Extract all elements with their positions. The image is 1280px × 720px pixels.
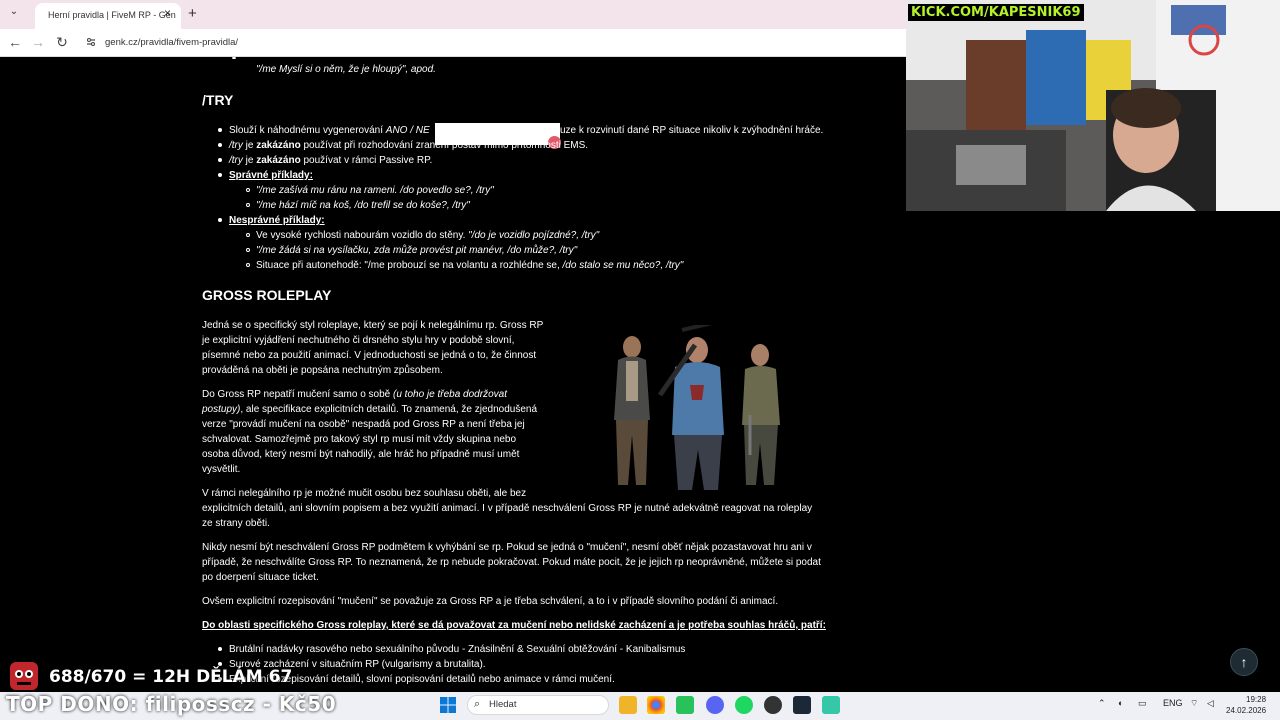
bullet bbox=[246, 188, 250, 192]
correct-example-1: "/me zašívá mu ránu na rameni. /do poved… bbox=[256, 185, 494, 196]
tray-app-icon[interactable]: ◐ bbox=[1118, 698, 1123, 708]
correct-example-2: "/me hází míč na koš, /do trefil se do k… bbox=[256, 200, 470, 211]
wrong-examples-label: Nesprávné příklady: bbox=[229, 215, 325, 226]
address-bar[interactable]: genk.cz/pravidla/fivem-pravidla/ bbox=[105, 37, 238, 48]
bullet bbox=[232, 57, 236, 59]
spotify-icon[interactable] bbox=[735, 696, 753, 714]
windows-start-icon[interactable] bbox=[440, 697, 456, 713]
gross-paragraph-4: Nikdy nesmí být neschválení Gross RP pod… bbox=[202, 542, 821, 583]
wrong-example-1: Ve vysoké rychlosti nabourám vozidlo do … bbox=[256, 230, 600, 241]
bullet bbox=[218, 662, 222, 666]
tab-list-button[interactable]: ⌄ bbox=[5, 6, 23, 22]
page-scrollbar[interactable] bbox=[1270, 230, 1280, 692]
top-donor-banner: TOP DONO: filiposscz - Kč50 bbox=[6, 692, 337, 716]
gross-heading: GROSS ROLEPLAY bbox=[202, 287, 332, 303]
site-settings-icon[interactable] bbox=[86, 37, 96, 47]
scroll-to-top-button[interactable]: ↑ bbox=[1230, 648, 1258, 676]
bullet bbox=[246, 248, 250, 252]
gross-paragraph-6: Do oblasti specifického Gross roleplay, … bbox=[202, 620, 826, 631]
volume-icon[interactable]: ◁ bbox=[1207, 698, 1214, 709]
previous-example: "/me Myslí si o něm, že je hloupý", apod… bbox=[256, 64, 436, 75]
app-icon[interactable] bbox=[676, 696, 694, 714]
wrong-example-2: "/me žádá si na vysílačku, zda může prov… bbox=[256, 245, 578, 256]
tab-close-icon[interactable]: × bbox=[164, 6, 171, 20]
obs-icon[interactable] bbox=[764, 696, 782, 714]
bullet bbox=[218, 218, 222, 222]
try-item-3: /try je zakázáno používat v rámci Passiv… bbox=[229, 155, 433, 166]
tab-bar: ⌄ Herní pravidla | FiveM RP - Gen × + bbox=[0, 0, 906, 29]
try-item-1-end: uze k rozvinutí dané RP situace nikoliv … bbox=[560, 125, 824, 136]
file-explorer-icon[interactable] bbox=[619, 696, 637, 714]
back-button[interactable]: ← bbox=[6, 34, 24, 50]
navigation-bar: ← → ↻ genk.cz/pravidla/fivem-pravidla/ bbox=[0, 29, 906, 57]
gross-paragraph-1: Jedná se o specifický styl roleplaye, kt… bbox=[202, 320, 544, 376]
bullet bbox=[218, 158, 222, 162]
network-icon[interactable]: ⌔ bbox=[1190, 698, 1198, 709]
wrong-example-3: Situace při autonehodě: "/me probouzí se… bbox=[256, 260, 684, 271]
bullet bbox=[246, 233, 250, 237]
webcam-video bbox=[906, 0, 1280, 211]
tray-app-icon[interactable]: ▭ bbox=[1138, 698, 1147, 709]
chrome-icon[interactable] bbox=[647, 696, 665, 714]
bullet bbox=[218, 143, 222, 147]
gross-paragraph-5: Ovšem explicitní rozepisování "mučení" s… bbox=[202, 596, 779, 607]
tray-overflow-icon[interactable]: ⌃ bbox=[1098, 698, 1106, 709]
app-icon[interactable] bbox=[822, 696, 840, 714]
bullet bbox=[218, 128, 222, 132]
mascot-icon bbox=[10, 662, 38, 690]
discord-icon[interactable] bbox=[706, 696, 724, 714]
try-heading: /TRY bbox=[202, 92, 234, 108]
bullet bbox=[218, 173, 222, 177]
language-indicator[interactable]: ENG bbox=[1163, 698, 1183, 708]
kick-channel-label: KICK.COM/KAPESNIK69 bbox=[908, 4, 1084, 21]
bullet bbox=[246, 203, 250, 207]
search-icon: ⌕ bbox=[474, 698, 481, 710]
bullet bbox=[218, 647, 222, 651]
try-item-1: Slouží k náhodnému vygenerování ANO / NE bbox=[229, 125, 430, 136]
new-tab-button[interactable]: + bbox=[188, 5, 197, 22]
forward-button[interactable]: → bbox=[29, 34, 47, 50]
tab-title: Herní pravidla | FiveM RP - Gen bbox=[48, 10, 176, 20]
gta-characters-image bbox=[614, 325, 780, 490]
page-content: "/me Myslí si o něm, že je hloupý", apod… bbox=[0, 57, 906, 692]
clock[interactable]: 19:28 24.02.2026 bbox=[1226, 694, 1266, 716]
search-input[interactable]: Hledat bbox=[489, 699, 516, 710]
correct-examples-label: Správné příklady: bbox=[229, 170, 313, 181]
donation-goal-counter: 688/670 = 12H DĚLÁM 67 bbox=[49, 667, 293, 687]
steam-icon[interactable] bbox=[793, 696, 811, 714]
reload-button[interactable]: ↻ bbox=[53, 34, 71, 51]
gross-paragraph-2: Do Gross RP nepatří mučení samo o sobě (… bbox=[202, 389, 538, 475]
gross-list-item-1: Brutální nadávky rasového nebo sexuálníh… bbox=[229, 644, 686, 655]
active-tab[interactable]: Herní pravidla | FiveM RP - Gen bbox=[35, 3, 181, 29]
bullet bbox=[246, 263, 250, 267]
gross-paragraph-3: V rámci nelegálního rp je možné mučit os… bbox=[202, 488, 813, 529]
try-item-2: /try je zakázáno používat při rozhodován… bbox=[229, 140, 589, 151]
